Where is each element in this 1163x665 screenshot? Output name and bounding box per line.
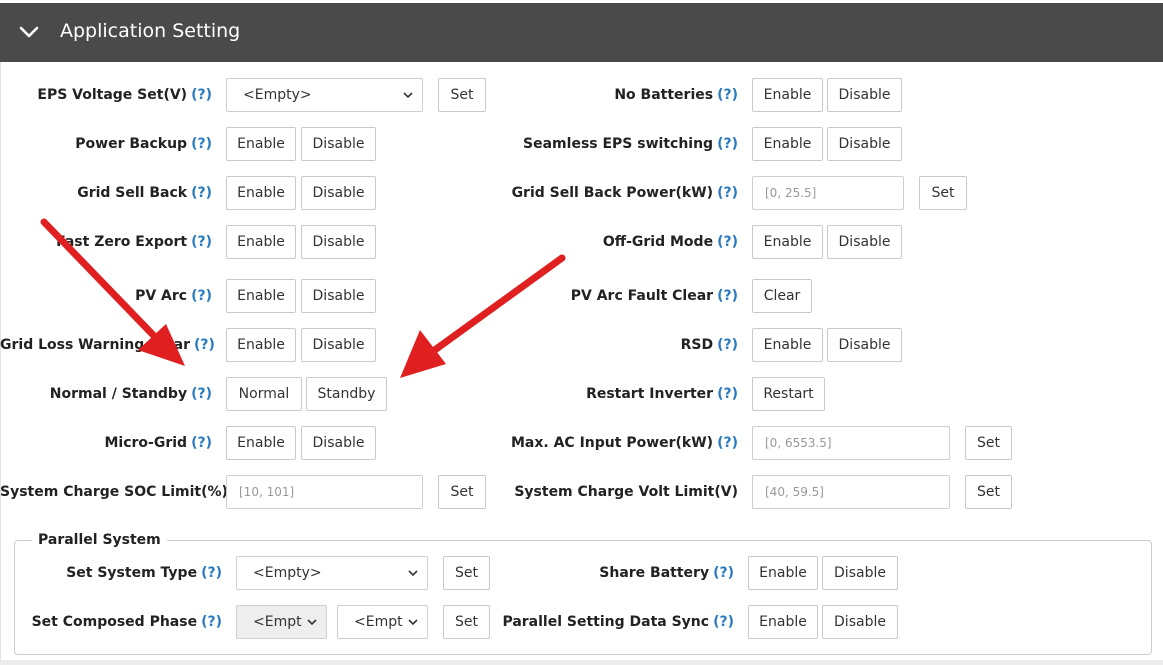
set-system-type-label: Set System Type (?) bbox=[66, 565, 222, 581]
section-header[interactable]: Application Setting bbox=[0, 3, 1163, 62]
power-backup-enable-button[interactable]: Enable bbox=[226, 127, 296, 161]
help-icon[interactable]: (?) bbox=[717, 435, 738, 451]
panel-bottom-border bbox=[0, 660, 1163, 665]
pv-arc-enable-button[interactable]: Enable bbox=[226, 279, 296, 313]
help-icon[interactable]: (?) bbox=[191, 185, 212, 201]
pv-arc-clear-button[interactable]: Clear bbox=[752, 279, 812, 313]
rsd-disable-button[interactable]: Disable bbox=[827, 328, 902, 362]
help-icon[interactable]: (?) bbox=[191, 136, 212, 152]
off-grid-mode-label: Off-Grid Mode (?) bbox=[602, 234, 738, 250]
help-icon[interactable]: (?) bbox=[191, 435, 212, 451]
help-icon[interactable]: (?) bbox=[201, 614, 222, 630]
help-icon[interactable]: (?) bbox=[191, 234, 212, 250]
system-charge-soc-label: System Charge SOC Limit(%) bbox=[0, 484, 228, 500]
help-icon[interactable]: (?) bbox=[191, 288, 212, 304]
restart-inverter-label: Restart Inverter (?) bbox=[586, 386, 738, 402]
grid-sell-back-power-label: Grid Sell Back Power(kW) (?) bbox=[511, 185, 738, 201]
micro-grid-label: Micro-Grid (?) bbox=[104, 435, 213, 451]
parallel-system-legend: Parallel System bbox=[32, 530, 167, 550]
help-icon[interactable]: (?) bbox=[717, 386, 738, 402]
normal-standby-label: Normal / Standby (?) bbox=[49, 386, 212, 402]
seamless-eps-disable-button[interactable]: Disable bbox=[827, 127, 902, 161]
grid-sell-back-enable-button[interactable]: Enable bbox=[226, 176, 296, 210]
power-backup-label: Power Backup (?) bbox=[75, 136, 212, 152]
grid-loss-warning-disable-button[interactable]: Disable bbox=[301, 328, 376, 362]
help-icon[interactable]: (?) bbox=[717, 136, 738, 152]
system-charge-soc-input[interactable]: [10, 101] bbox=[226, 475, 423, 509]
system-charge-volt-set-button[interactable]: Set bbox=[965, 475, 1012, 509]
parallel-sync-enable-button[interactable]: Enable bbox=[748, 605, 818, 639]
power-backup-disable-button[interactable]: Disable bbox=[301, 127, 376, 161]
max-ac-input-set-button[interactable]: Set bbox=[965, 426, 1012, 460]
chevron-down-icon[interactable] bbox=[18, 21, 40, 43]
help-icon[interactable]: (?) bbox=[194, 337, 215, 353]
share-battery-disable-button[interactable]: Disable bbox=[822, 556, 898, 590]
pv-arc-label: PV Arc (?) bbox=[135, 288, 212, 304]
no-batteries-enable-button[interactable]: Enable bbox=[752, 78, 823, 112]
grid-sell-back-power-set-button[interactable]: Set bbox=[919, 176, 967, 210]
fast-zero-export-label: Fast Zero Export (?) bbox=[56, 234, 212, 250]
grid-sell-back-power-input[interactable]: [0, 25.5] bbox=[752, 176, 904, 210]
seamless-eps-label: Seamless EPS switching (?) bbox=[523, 136, 738, 152]
help-icon[interactable]: (?) bbox=[717, 185, 738, 201]
fast-zero-export-enable-button[interactable]: Enable bbox=[226, 225, 296, 259]
system-charge-volt-input[interactable]: [40, 59.5] bbox=[752, 475, 950, 509]
pv-arc-disable-button[interactable]: Disable bbox=[301, 279, 376, 313]
no-batteries-label: No Batteries (?) bbox=[614, 87, 738, 103]
parallel-sync-disable-button[interactable]: Disable bbox=[822, 605, 898, 639]
micro-grid-enable-button[interactable]: Enable bbox=[226, 426, 296, 460]
grid-loss-warning-enable-button[interactable]: Enable bbox=[226, 328, 296, 362]
section-title: Application Setting bbox=[60, 20, 241, 42]
max-ac-input-field[interactable]: [0, 6553.5] bbox=[752, 426, 950, 460]
help-icon[interactable]: (?) bbox=[713, 614, 734, 630]
off-grid-enable-button[interactable]: Enable bbox=[752, 225, 823, 259]
normal-button[interactable]: Normal bbox=[226, 377, 302, 411]
restart-button[interactable]: Restart bbox=[752, 377, 825, 411]
fast-zero-export-disable-button[interactable]: Disable bbox=[301, 225, 376, 259]
help-icon[interactable]: (?) bbox=[717, 234, 738, 250]
share-battery-enable-button[interactable]: Enable bbox=[748, 556, 818, 590]
eps-voltage-label: EPS Voltage Set(V) (?) bbox=[37, 87, 212, 103]
rsd-enable-button[interactable]: Enable bbox=[752, 328, 823, 362]
pv-arc-fault-clear-label: PV Arc Fault Clear (?) bbox=[570, 288, 738, 304]
micro-grid-disable-button[interactable]: Disable bbox=[301, 426, 376, 460]
chevron-down-icon bbox=[307, 619, 317, 626]
system-charge-volt-label: System Charge Volt Limit(V) bbox=[514, 484, 738, 500]
help-icon[interactable]: (?) bbox=[191, 386, 212, 402]
help-icon[interactable]: (?) bbox=[191, 87, 212, 103]
help-icon[interactable]: (?) bbox=[717, 288, 738, 304]
grid-sell-back-disable-button[interactable]: Disable bbox=[301, 176, 376, 210]
parallel-data-sync-label: Parallel Setting Data Sync (?) bbox=[502, 614, 734, 630]
seamless-eps-enable-button[interactable]: Enable bbox=[752, 127, 823, 161]
share-battery-label: Share Battery (?) bbox=[599, 565, 734, 581]
help-icon[interactable]: (?) bbox=[201, 565, 222, 581]
set-composed-phase-label: Set Composed Phase (?) bbox=[31, 614, 222, 630]
help-icon[interactable]: (?) bbox=[713, 565, 734, 581]
help-icon[interactable]: (?) bbox=[717, 337, 738, 353]
off-grid-disable-button[interactable]: Disable bbox=[827, 225, 902, 259]
max-ac-input-label: Max. AC Input Power(kW) (?) bbox=[511, 435, 738, 451]
grid-sell-back-label: Grid Sell Back (?) bbox=[77, 185, 212, 201]
composed-phase-select-disabled: <Empt bbox=[236, 605, 327, 639]
standby-button[interactable]: Standby bbox=[306, 377, 387, 411]
help-icon[interactable]: (?) bbox=[717, 87, 738, 103]
no-batteries-disable-button[interactable]: Disable bbox=[827, 78, 902, 112]
rsd-label: RSD (?) bbox=[680, 337, 738, 353]
grid-loss-warning-label: Grid Loss Warning Clear (?) bbox=[0, 337, 215, 353]
eps-voltage-select[interactable]: <Empty> bbox=[226, 78, 423, 112]
